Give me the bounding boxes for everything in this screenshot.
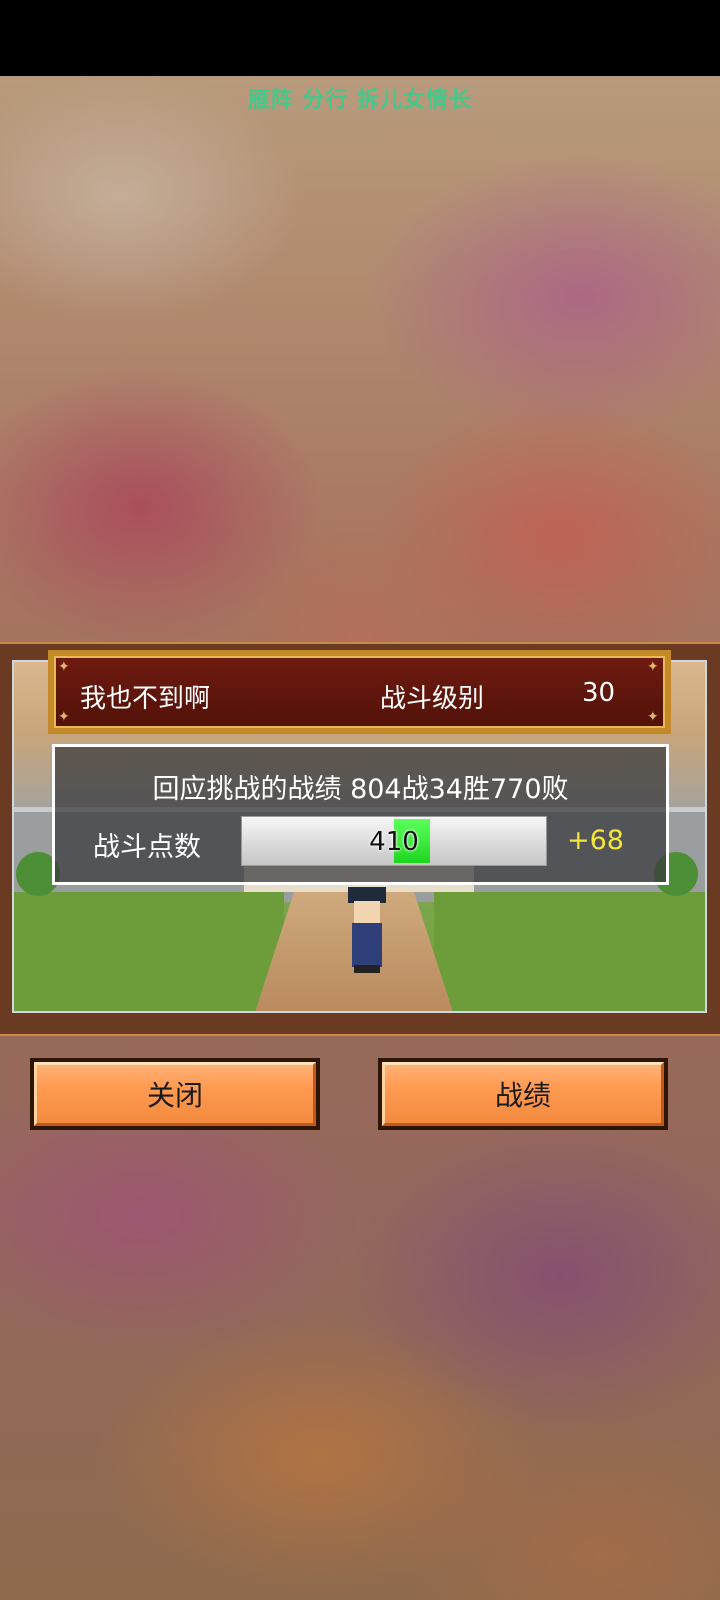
battle-level-label: 战斗级别 bbox=[380, 684, 485, 714]
top-title: 雁阵 分行 拆儿女情长 bbox=[247, 88, 473, 113]
battle-points-delta: +68 bbox=[567, 825, 624, 856]
close-button[interactable]: 关闭 bbox=[30, 1058, 320, 1130]
record-summary: 回应挑战的战绩 804战34胜770败 bbox=[152, 774, 569, 805]
ornament-icon: ✦ bbox=[647, 709, 659, 725]
record-panel: 回应挑战的战绩 804战34胜770败 战斗点数 410 +68 bbox=[52, 744, 669, 885]
ornament-icon: ✦ bbox=[58, 709, 70, 725]
close-button-label: 关闭 bbox=[34, 1062, 316, 1126]
ornament-icon: ✦ bbox=[58, 659, 70, 675]
right-field bbox=[434, 892, 705, 1011]
ornament-icon: ✦ bbox=[647, 659, 659, 675]
character-head bbox=[354, 901, 380, 923]
character-feet bbox=[354, 965, 380, 973]
player-name: 我也不到啊 bbox=[80, 684, 211, 714]
player-character bbox=[346, 887, 388, 977]
battle-record-button-label: 战绩 bbox=[382, 1062, 664, 1126]
character-body bbox=[352, 923, 382, 967]
battle-points-bar: 410 bbox=[241, 816, 547, 866]
battle-record-button[interactable]: 战绩 bbox=[378, 1058, 668, 1130]
player-header: ✦ ✦ ✦ ✦ 我也不到啊 战斗级别 30 bbox=[48, 650, 671, 734]
left-field bbox=[14, 892, 284, 1011]
status-bar bbox=[0, 0, 720, 76]
battle-points-label: 战斗点数 bbox=[93, 832, 201, 863]
battle-level-value: 30 bbox=[582, 678, 616, 708]
battle-points-value: 410 bbox=[369, 827, 419, 857]
player-header-inner: ✦ ✦ ✦ ✦ 我也不到啊 战斗级别 30 bbox=[54, 656, 665, 728]
